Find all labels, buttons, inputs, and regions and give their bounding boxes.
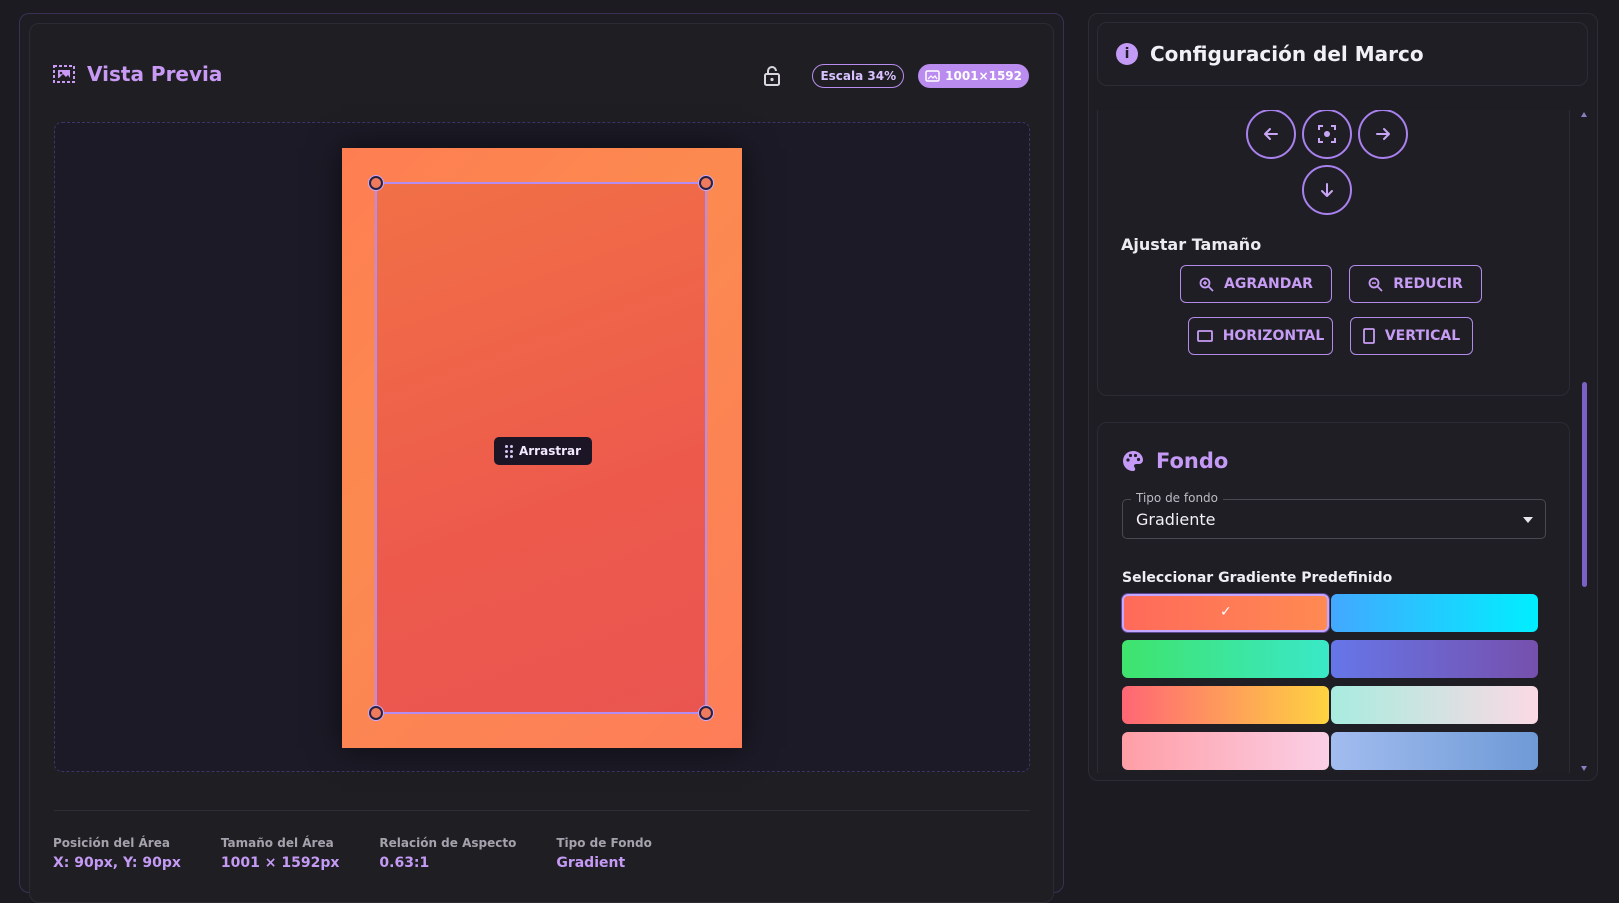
background-title: Fondo [1122,449,1228,473]
gradient-preset-swatch[interactable] [1331,732,1538,770]
arrow-left-icon [1264,128,1278,140]
background-title-label: Fondo [1156,449,1229,473]
photo-frame-icon [53,64,75,84]
landscape-icon [1196,330,1213,342]
position-size-card: Ajustar Tamaño AGRANDAR REDUCIR HORIZONT… [1097,110,1570,396]
preview-panel: Vista Previa Escala 34% 1001×1592 Arrast… [29,23,1054,903]
lock-icon[interactable] [762,65,782,87]
resize-handle-top-left[interactable] [369,176,383,190]
preview-title: Vista Previa [87,62,223,86]
scroll-up-icon[interactable] [1581,112,1587,117]
vertical-button-label: VERTICAL [1384,328,1461,344]
zoom-out-icon [1368,277,1383,292]
resize-section-label: Ajustar Tamaño [1121,235,1262,254]
drag-label: Arrastrar [518,444,582,458]
stat-value: X: 90px, Y: 90px [53,855,181,871]
stats-row: Posición del Área X: 90px, Y: 90px Tamañ… [53,836,652,871]
stat-value: 1001 × 1592px [220,855,340,871]
stat-value: 0.63:1 [379,855,430,871]
config-title: Configuración del Marco [1150,42,1424,66]
grow-button[interactable]: AGRANDAR [1180,265,1332,303]
dimensions-badge: 1001×1592 [918,64,1029,88]
resize-handle-bottom-left[interactable] [369,706,383,720]
caret-down-icon [1523,517,1533,523]
arrow-right-icon [1376,128,1390,140]
preview-panel-outer: Vista Previa Escala 34% 1001×1592 Arrast… [19,13,1064,903]
gradient-preset-swatch[interactable]: ✓ [1122,594,1329,632]
gradient-preset-swatch[interactable] [1331,640,1538,678]
config-scroll-area[interactable]: Ajustar Tamaño AGRANDAR REDUCIR HORIZONT… [1097,110,1570,773]
preset-gradient-label: Seleccionar Gradiente Predefinido [1122,570,1393,586]
drag-dots-icon [504,444,513,458]
stat-position: Posición del Área X: 90px, Y: 90px [53,836,181,871]
crop-area[interactable]: Arrastrar [369,176,713,720]
gradient-preset-swatch[interactable] [1122,732,1329,770]
shrink-button-label: REDUCIR [1393,276,1463,292]
config-header: i Configuración del Marco [1097,22,1588,86]
stat-aspect-ratio: Relación de Aspecto 0.63:1 [379,836,516,871]
stat-value: Gradient [556,855,626,871]
stat-label: Posición del Área [53,836,170,850]
vertical-button[interactable]: VERTICAL [1350,317,1473,355]
divider [54,810,1030,811]
horizontal-button[interactable]: HORIZONTAL [1188,317,1333,355]
move-left-button[interactable] [1246,110,1296,159]
move-down-button[interactable] [1302,165,1352,215]
move-right-button[interactable] [1358,110,1408,159]
gradient-preset-swatch[interactable] [1331,594,1538,632]
background-type-select[interactable]: Tipo de fondo Gradiente [1122,491,1546,539]
background-type-value: Gradiente [1136,510,1216,529]
checkmark-icon: ✓ [1220,604,1232,620]
zoom-in-icon [1199,277,1214,292]
gradient-preset-swatch[interactable] [1122,640,1329,678]
dimensions-badge-label: 1001×1592 [945,69,1022,83]
grow-button-label: AGRANDAR [1224,276,1313,292]
arrow-down-icon [1321,183,1333,197]
background-card: Fondo Tipo de fondo Gradiente Selecciona… [1097,422,1570,773]
gradient-preset-swatch[interactable] [1122,686,1329,724]
image-frame: Arrastrar [342,148,742,748]
stat-background-type: Tipo de Fondo Gradient [556,836,652,871]
drag-handle[interactable]: Arrastrar [494,437,592,465]
stat-label: Tipo de Fondo [556,836,652,850]
scrollbar[interactable] [1580,110,1589,773]
horizontal-button-label: HORIZONTAL [1222,328,1325,344]
background-type-legend: Tipo de fondo [1131,491,1224,505]
preview-header-controls: Escala 34% 1001×1592 [762,64,1029,88]
scale-badge: Escala 34% [812,64,905,88]
scroll-down-icon[interactable] [1581,766,1587,771]
palette-icon [1123,451,1143,471]
stat-label: Tamaño del Área [220,836,334,850]
preview-canvas: Arrastrar [54,122,1030,772]
info-icon: i [1116,43,1138,65]
preview-header: Vista Previa [53,62,222,86]
shrink-button[interactable]: REDUCIR [1349,265,1482,303]
stat-size: Tamaño del Área 1001 × 1592px [221,836,339,871]
image-icon [925,70,940,82]
center-focus-icon [1318,125,1336,143]
portrait-icon [1362,328,1375,344]
gradient-preset-swatch[interactable] [1331,686,1538,724]
resize-handle-bottom-right[interactable] [699,706,713,720]
scrollbar-thumb[interactable] [1582,382,1587,587]
resize-handle-top-right[interactable] [699,176,713,190]
center-button[interactable] [1302,110,1352,159]
stat-label: Relación de Aspecto [379,836,517,850]
